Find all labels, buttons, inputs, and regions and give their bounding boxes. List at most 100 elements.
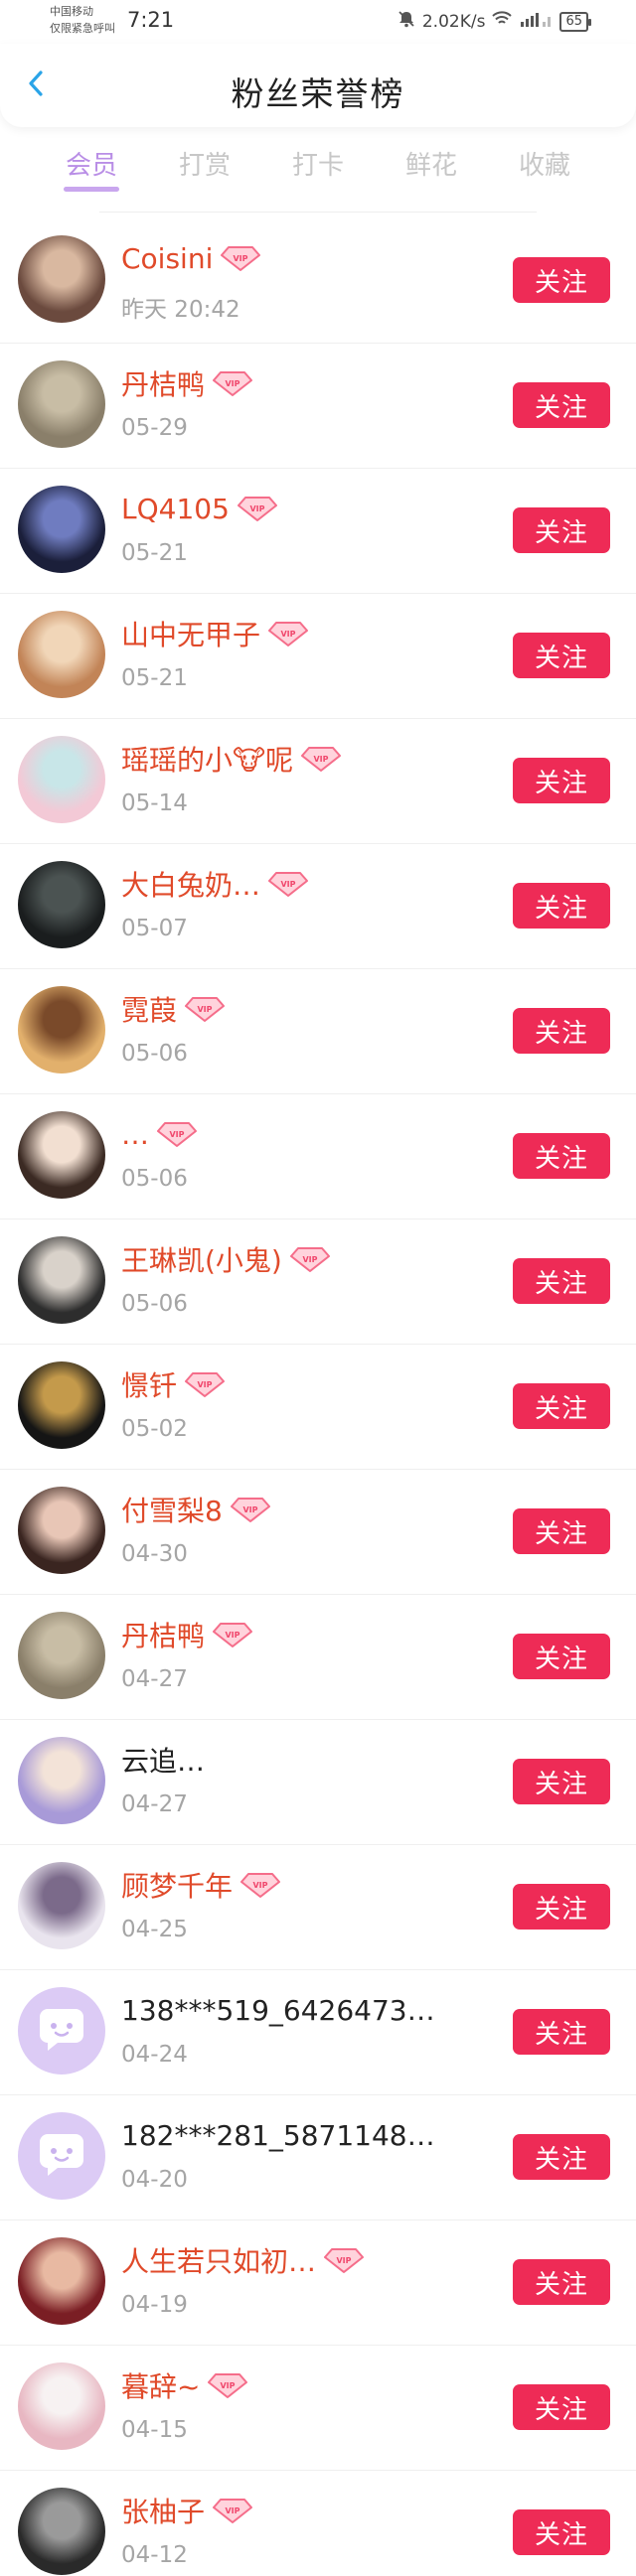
fan-name[interactable]: 付雪梨8 xyxy=(121,1490,223,1529)
follow-button[interactable]: 关注 xyxy=(513,633,610,678)
list-item[interactable]: 张柚子 VIP 04-12 关注 xyxy=(0,2471,636,2576)
avatar[interactable] xyxy=(18,2112,105,2200)
tab-checkin[interactable]: 打卡 xyxy=(278,145,358,182)
list-item[interactable]: Coisini VIP 昨天 20:42 关注 xyxy=(0,218,636,344)
fan-name[interactable]: 憬钎 xyxy=(121,1364,177,1404)
avatar[interactable] xyxy=(18,2362,105,2450)
fan-name[interactable]: 丹桔鸭 xyxy=(121,1615,205,1654)
avatar[interactable] xyxy=(18,1987,105,2075)
avatar[interactable] xyxy=(18,1236,105,1324)
follow-button[interactable]: 关注 xyxy=(513,883,610,929)
fan-name[interactable]: … xyxy=(121,1118,149,1151)
follow-button[interactable]: 关注 xyxy=(513,2134,610,2180)
list-item[interactable]: 丹桔鸭 VIP 05-29 关注 xyxy=(0,344,636,469)
fan-name[interactable]: 138***519_6426473… xyxy=(121,1994,435,2027)
svg-text:VIP: VIP xyxy=(281,880,296,889)
avatar[interactable] xyxy=(18,1111,105,1199)
fan-date: 04-24 xyxy=(121,2042,188,2068)
fan-name[interactable]: 霓葭 xyxy=(121,989,177,1029)
avatar[interactable] xyxy=(18,1737,105,1824)
name-line: 138***519_6426473… xyxy=(121,1990,435,2030)
fan-date: 04-12 xyxy=(121,2542,188,2568)
fan-name[interactable]: LQ4105 xyxy=(121,493,230,525)
avatar[interactable] xyxy=(18,736,105,823)
fan-name[interactable]: 大白兔奶… xyxy=(121,864,260,904)
tab-favorites[interactable]: 收藏 xyxy=(505,145,584,182)
carrier-info: 中国移动 仅限紧急呼叫 xyxy=(50,3,115,37)
follow-button[interactable]: 关注 xyxy=(513,1759,610,1804)
list-item[interactable]: … VIP 05-06 关注 xyxy=(0,1094,636,1219)
list-item[interactable]: 暮辞~ VIP 04-15 关注 xyxy=(0,2346,636,2471)
avatar[interactable] xyxy=(18,2488,105,2575)
avatar[interactable] xyxy=(18,861,105,948)
list-item[interactable]: 人生若只如初… VIP 04-19 关注 xyxy=(0,2220,636,2346)
list-item[interactable]: 霓葭 VIP 05-06 关注 xyxy=(0,969,636,1094)
fan-name[interactable]: Coisini xyxy=(121,242,213,275)
list-item[interactable]: 王琳凯(小鬼) VIP 05-06 关注 xyxy=(0,1219,636,1345)
follow-button[interactable]: 关注 xyxy=(513,2259,610,2305)
name-line: 顾梦千年 VIP xyxy=(121,1865,281,1905)
follow-button[interactable]: 关注 xyxy=(513,2384,610,2430)
list-item[interactable]: 大白兔奶… VIP 05-07 关注 xyxy=(0,844,636,969)
avatar[interactable] xyxy=(18,1361,105,1449)
fan-name[interactable]: 瑶瑶的小🐮呢 xyxy=(121,739,293,779)
vip-diamond-icon: VIP xyxy=(240,1871,281,1899)
name-line: Coisini VIP xyxy=(121,238,261,278)
tab-bar: 会员 打赏 打卡 鲜花 收藏 xyxy=(0,127,636,213)
fan-date: 05-06 xyxy=(121,1291,188,1317)
tab-flowers[interactable]: 鲜花 xyxy=(392,145,471,182)
list-item[interactable]: 付雪梨8 VIP 04-30 关注 xyxy=(0,1470,636,1595)
tab-tips[interactable]: 打赏 xyxy=(165,145,244,182)
follow-button[interactable]: 关注 xyxy=(513,1008,610,1054)
follow-button[interactable]: 关注 xyxy=(513,2509,610,2555)
fan-name[interactable]: 顾梦千年 xyxy=(121,1865,233,1905)
list-item[interactable]: 182***281_5871148… 04-20 关注 xyxy=(0,2095,636,2220)
list-item[interactable]: 憬钎 VIP 05-02 关注 xyxy=(0,1345,636,1470)
avatar[interactable] xyxy=(18,1862,105,1949)
svg-text:VIP: VIP xyxy=(226,379,240,388)
fan-date: 04-20 xyxy=(121,2167,188,2193)
fan-name[interactable]: 王琳凯(小鬼) xyxy=(121,1239,282,1279)
name-line: 张柚子 VIP xyxy=(121,2491,253,2530)
fan-date: 04-27 xyxy=(121,1666,188,1692)
follow-button[interactable]: 关注 xyxy=(513,507,610,553)
fan-name[interactable]: 丹桔鸭 xyxy=(121,363,205,403)
divider xyxy=(99,212,537,213)
list-item[interactable]: 云追… 04-27 关注 xyxy=(0,1720,636,1845)
follow-button[interactable]: 关注 xyxy=(513,1383,610,1429)
name-line: 付雪梨8 VIP xyxy=(121,1490,270,1529)
follow-button[interactable]: 关注 xyxy=(513,1258,610,1304)
follow-button[interactable]: 关注 xyxy=(513,1634,610,1679)
follow-button[interactable]: 关注 xyxy=(513,257,610,303)
avatar[interactable] xyxy=(18,1612,105,1699)
fan-name[interactable]: 182***281_5871148… xyxy=(121,2119,435,2152)
follow-button[interactable]: 关注 xyxy=(513,382,610,428)
follow-button[interactable]: 关注 xyxy=(513,1884,610,1930)
vip-diamond-icon: VIP xyxy=(221,244,261,272)
fan-name[interactable]: 人生若只如初… xyxy=(121,2240,316,2280)
avatar[interactable] xyxy=(18,486,105,573)
list-item[interactable]: 瑶瑶的小🐮呢 VIP 05-14 关注 xyxy=(0,719,636,844)
status-icons: 2.02K/s 65 xyxy=(398,10,591,33)
avatar[interactable] xyxy=(18,611,105,698)
list-item[interactable]: 138***519_6426473… 04-24 关注 xyxy=(0,1970,636,2095)
avatar[interactable] xyxy=(18,360,105,448)
follow-button[interactable]: 关注 xyxy=(513,2009,610,2055)
avatar[interactable] xyxy=(18,2237,105,2325)
avatar[interactable] xyxy=(18,235,105,323)
fan-name[interactable]: 张柚子 xyxy=(121,2491,205,2530)
list-item[interactable]: 丹桔鸭 VIP 04-27 关注 xyxy=(0,1595,636,1720)
fan-name[interactable]: 云追… xyxy=(121,1740,205,1780)
avatar[interactable] xyxy=(18,986,105,1073)
avatar[interactable] xyxy=(18,1487,105,1574)
follow-button[interactable]: 关注 xyxy=(513,1133,610,1179)
list-item[interactable]: 山中无甲子 VIP 05-21 关注 xyxy=(0,594,636,719)
follow-button[interactable]: 关注 xyxy=(513,758,610,803)
fan-name[interactable]: 山中无甲子 xyxy=(121,614,260,653)
tab-members[interactable]: 会员 xyxy=(52,145,131,182)
list-item[interactable]: 顾梦千年 VIP 04-25 关注 xyxy=(0,1845,636,1970)
list-item[interactable]: LQ4105 VIP 05-21 关注 xyxy=(0,469,636,594)
follow-button[interactable]: 关注 xyxy=(513,1508,610,1554)
fan-name[interactable]: 暮辞~ xyxy=(121,2365,200,2405)
fan-date: 04-19 xyxy=(121,2292,188,2318)
